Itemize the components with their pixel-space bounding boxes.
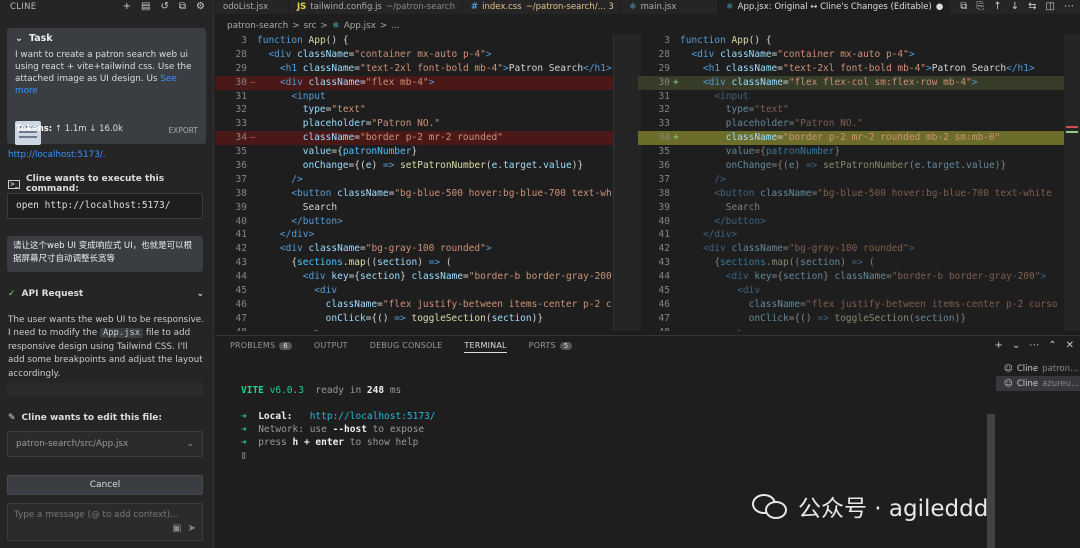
editor-tabs: odoList.jsx JS tailwind.config.js ~/patron…	[215, 0, 1080, 14]
original-code-pane[interactable]: 3 function App() { 28 <div className="con…	[215, 34, 613, 331]
cline-sidebar: CLINE + ▤ ↺ ⧉ ⚙ ⌄ Task I want to create a…	[0, 0, 214, 548]
wechat-icon	[752, 492, 788, 520]
open-file-icon[interactable]: ⧉	[960, 1, 967, 12]
more-icon[interactable]: ⋯	[1029, 340, 1039, 351]
panel-actions: + ⌄ ⋯ ⌃ ✕	[994, 340, 1074, 351]
history-icon[interactable]: ↺	[161, 1, 169, 12]
editor-actions: ⧉ ⎘ ↑ ↓ ⇆ ◫ ⋯	[960, 1, 1074, 12]
terminal-output[interactable]: VITE v6.0.3 ready in 248 ms ➜ Local: htt…	[241, 384, 436, 462]
tab-output[interactable]: OUTPUT	[314, 341, 348, 353]
sidebar-toolbar: + ▤ ↺ ⧉ ⚙	[123, 1, 205, 12]
tab-index-css[interactable]: # index.css ~/patron-search/... 3	[463, 0, 621, 14]
react-icon: ⚛	[726, 2, 734, 12]
execute-header: >_ Cline wants to execute this command:	[8, 174, 165, 194]
plus-icon[interactable]: +	[123, 1, 131, 12]
tab-debug-console[interactable]: DEBUG CONSOLE	[370, 341, 443, 353]
gear-icon[interactable]: ⚙	[196, 1, 205, 12]
copy-icon[interactable]: ⎘	[976, 1, 984, 12]
edit-header: ✎ Cline wants to edit this file:	[8, 413, 162, 423]
tab-todolist[interactable]: odoList.jsx	[215, 0, 289, 14]
export-button[interactable]: EXPORT	[168, 126, 198, 135]
tab-ports[interactable]: PORTS 5	[529, 341, 573, 353]
user-message: 请让这个web UI 变成响应式 UI，也就是可以根据屏幕尺寸自动调整长宽等	[7, 236, 203, 272]
pencil-icon: ✎	[8, 413, 16, 423]
file-selector[interactable]: patron-search/src/App.jsx ⌄	[7, 431, 203, 457]
camera-icon[interactable]: ▣	[172, 523, 181, 535]
task-label: Task	[28, 33, 53, 44]
terminal-scrollbar[interactable]	[987, 414, 995, 548]
token-count: Tokens: ↑ 1.1m ↓ 16.0k	[16, 124, 123, 134]
split-icon[interactable]: ◫	[1046, 1, 1055, 12]
close-icon[interactable]: ✕	[1066, 340, 1074, 351]
chevron-down-icon[interactable]: ⌄	[1012, 340, 1020, 351]
maximize-icon[interactable]: ⌃	[1048, 340, 1056, 351]
local-url-link[interactable]: http://localhost:5173/	[310, 411, 436, 422]
arrow-up-icon: ↑	[54, 124, 63, 134]
command-box: open http://localhost:5173/	[7, 193, 203, 219]
popout-icon[interactable]: ⧉	[179, 1, 186, 12]
cancel-button[interactable]: Cancel	[7, 475, 203, 495]
divider-block	[7, 383, 203, 397]
plus-icon[interactable]: +	[994, 340, 1002, 351]
server-icon[interactable]: ▤	[141, 1, 150, 12]
chevron-down-icon: ⌄	[196, 289, 204, 299]
tab-terminal[interactable]: TERMINAL	[464, 341, 507, 353]
react-icon: ⚛	[331, 21, 340, 31]
api-request-header[interactable]: ✓ API Request ⌄	[8, 289, 204, 299]
tab-problems[interactable]: PROBLEMS 6	[230, 341, 292, 353]
localhost-link[interactable]: http://localhost:5173/.	[8, 150, 106, 160]
terminal-item[interactable]: ☺ Cline azureu...	[996, 376, 1080, 391]
terminal-list: ☺ Cline patron... ☺ Cline azureu...	[996, 361, 1080, 391]
tab-app-diff[interactable]: ⚛ App.jsx: Original ↔ Cline's Changes (Ed…	[718, 0, 950, 14]
file-name-inline: App.jsx	[99, 328, 144, 339]
chevron-down-icon: ⌄	[186, 439, 194, 449]
terminal-icon: >_	[8, 179, 21, 189]
minimap-scrollbar[interactable]	[1064, 34, 1080, 331]
chevron-down-icon[interactable]: ⌄	[15, 33, 23, 44]
terminal-item[interactable]: ☺ Cline patron...	[996, 361, 1080, 376]
modified-code-pane[interactable]: 3 function App() { 28 <div className="con…	[638, 34, 1070, 331]
arrow-down-icon[interactable]: ↓	[1011, 1, 1019, 12]
robot-icon: ☺	[1004, 363, 1013, 374]
check-icon: ✓	[8, 289, 16, 299]
tab-tailwind-config[interactable]: JS tailwind.config.js ~/patron-search	[289, 0, 463, 14]
chat-input[interactable]: Type a message (@ to add context)... ▣ ➤	[7, 503, 203, 541]
robot-icon: ☺	[1004, 378, 1013, 389]
api-request-text: The user wants the web UI to be responsi…	[8, 315, 205, 379]
panel-tabs: PROBLEMS 6 OUTPUT DEBUG CONSOLE TERMINAL …	[230, 341, 573, 353]
diff-gutter	[613, 34, 641, 331]
swap-icon[interactable]: ⇆	[1028, 1, 1036, 12]
breadcrumb: patron-search > src > ⚛ App.jsx >...	[227, 21, 400, 31]
react-icon: ⚛	[629, 2, 637, 12]
arrow-down-icon: ↓	[89, 124, 97, 134]
arrow-up-icon[interactable]: ↑	[993, 1, 1001, 12]
send-icon[interactable]: ➤	[188, 523, 196, 535]
more-icon[interactable]: ⋯	[1064, 1, 1074, 12]
tab-main-jsx[interactable]: ⚛ main.jsx	[621, 0, 718, 14]
watermark: 公众号 · agileddd	[752, 489, 988, 523]
